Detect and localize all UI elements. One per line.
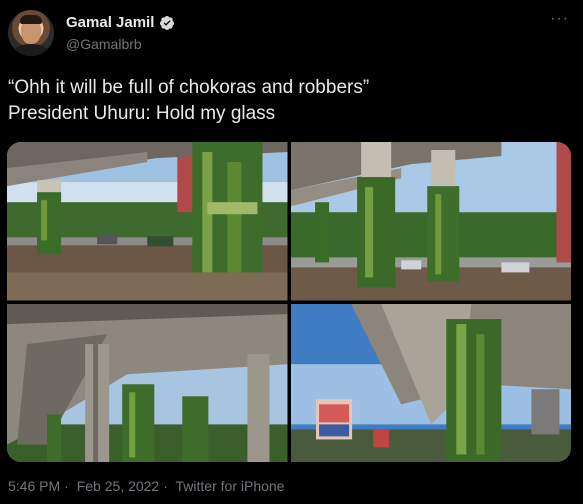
meta-separator-1: · [64,478,69,494]
author-name[interactable]: Gamal Jamil [66,14,154,31]
photo-3[interactable] [7,303,288,462]
photo-4[interactable] [290,303,571,462]
tweet-source[interactable]: Twitter for iPhone [176,478,285,494]
more-options-icon[interactable]: ··· [550,10,569,28]
tweet-meta: 5:46 PM · Feb 25, 2022 · Twitter for iPhon… [8,478,288,494]
verified-badge-icon [160,15,175,30]
avatar[interactable] [8,10,54,56]
author-handle[interactable]: @Gamalbrb [66,36,142,52]
author-row: Gamal Jamil [66,14,175,31]
media-grid [7,142,571,462]
tweet-text-line-2: President Uhuru: Hold my glass [8,103,276,124]
tweet-time[interactable]: 5:46 PM [8,478,60,494]
tweet-text-line-1: “Ohh it will be full of chokoras and rob… [8,77,370,98]
tweet-text: “Ohh it will be full of chokoras and rob… [8,75,568,127]
photo-1[interactable] [7,142,288,301]
tweet-date[interactable]: Feb 25, 2022 [77,478,160,494]
photo-2[interactable] [290,142,571,301]
meta-separator-2: · [163,478,168,494]
